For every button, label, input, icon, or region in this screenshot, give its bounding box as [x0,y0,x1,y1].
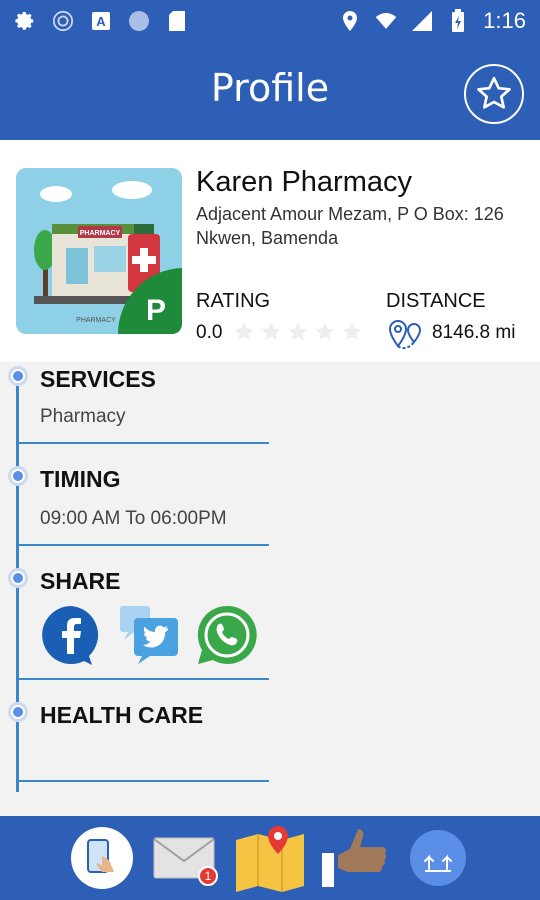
share-row [40,604,258,666]
details-timeline: SERVICES Pharmacy TIMING 09:00 AM To 06:… [0,362,540,816]
pharmacy-sign-text: PHARMACY [80,230,121,237]
page-title: Profile [210,66,330,110]
timing-value: 09:00 AM To 06:00PM [40,508,227,529]
nav-map-button[interactable] [234,824,306,892]
sync-icon [52,10,74,32]
settings-icon [14,10,36,32]
timeline-dot [8,702,28,722]
pharmacy-card: PHARMACY PHARMACY P Karen Pharmacy Adjac… [0,140,540,362]
section-divider [16,780,269,782]
upload-icon [410,830,466,886]
star-icon [477,76,511,109]
timeline-dot [8,366,28,386]
services-value: Pharmacy [40,406,126,427]
mail-badge: 1 [198,866,218,886]
timeline-dot [8,466,28,486]
rating-value: 0.0 [196,322,223,343]
map-pin-icon [388,319,422,350]
rating-star-icon [288,322,308,340]
pharmacy-image: PHARMACY PHARMACY P [16,168,182,334]
timing-heading: TIMING [40,466,121,492]
touch-phone-icon [71,827,133,889]
pharmacy-caption-text: PHARMACY [76,317,116,324]
whatsapp-icon[interactable] [196,604,258,666]
rating-star-icon [342,322,362,340]
pharmacy-name: Karen Pharmacy [196,166,412,198]
rating-star-icon [261,322,281,340]
status-time: 1:16 [483,8,526,33]
pharmacy-address: Adjacent Amour Mezam, P O Box: 126 Nkwen… [196,204,504,248]
rating-star-icon [234,322,254,340]
signal-icon [411,10,433,32]
rating-stars [232,320,364,344]
pharmacy-badge-text: P [146,294,166,327]
wifi-icon [375,10,397,32]
health-care-heading: HEALTH CARE [40,702,204,728]
facebook-icon[interactable] [40,604,102,666]
distance-label: DISTANCE [386,290,486,312]
battery-icon [447,9,469,32]
favorite-button[interactable] [464,64,524,124]
circle-icon [128,10,150,32]
status-bar: A 1:16 [0,0,540,42]
section-divider [16,442,269,444]
twitter-icon[interactable] [118,604,180,666]
distance-value: 8146.8 mi [432,322,516,343]
section-divider [16,678,269,680]
svg-text:A: A [96,14,106,29]
services-heading: SERVICES [40,366,156,392]
rating-star-icon [315,322,335,340]
share-heading: SHARE [40,568,121,594]
location-icon [339,10,361,32]
nav-touch-button[interactable] [68,824,136,892]
rating-label: RATING [196,290,271,312]
thumbs-up-icon [322,829,387,887]
nav-mail-button[interactable]: 1 [150,824,218,892]
section-divider [16,544,269,546]
nav-upload-button[interactable] [404,824,472,892]
map-icon [236,826,304,892]
app-bar: Profile [0,42,540,140]
bottom-nav: 1 [0,816,540,900]
sd-card-icon [166,10,188,32]
timeline-dot [8,568,28,588]
nav-like-button[interactable] [318,824,392,892]
a-icon: A [90,10,112,32]
